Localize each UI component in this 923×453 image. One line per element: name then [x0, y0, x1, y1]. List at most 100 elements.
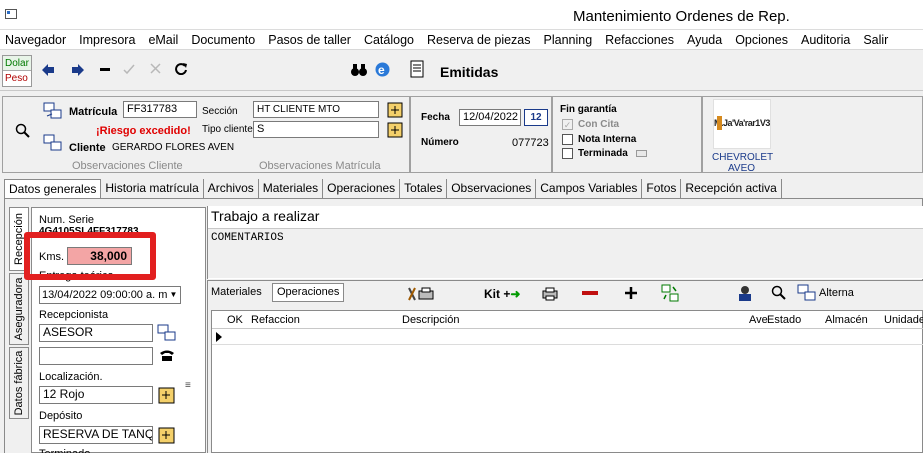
status-label: Emitidas [440, 64, 499, 80]
alterna-link-icon[interactable] [797, 284, 817, 302]
tab-operaciones[interactable]: Operaciones [323, 179, 401, 198]
currency-selector[interactable]: Dolar Peso [2, 55, 32, 87]
menu-reserva-de-piezas[interactable]: Reserva de piezas [427, 33, 531, 47]
grid-header-divider [212, 328, 923, 329]
col-ok[interactable]: OK [227, 314, 243, 326]
col-unidades[interactable]: Unidades [884, 314, 923, 326]
obs-cliente-button[interactable]: Observaciones Cliente [72, 160, 183, 172]
vtab-aseguradora-label: Aseguradora [13, 277, 25, 341]
arrow-right-icon[interactable] [72, 64, 84, 76]
menu-pasos-de-taller[interactable]: Pasos de taller [268, 33, 351, 47]
arrow-left-icon[interactable] [42, 64, 54, 76]
telefono-input[interactable] [39, 347, 153, 365]
subtab-operaciones[interactable]: Operaciones [272, 283, 345, 302]
browser-e-icon[interactable]: e [374, 61, 391, 78]
seccion-input[interactable]: HT CLIENTE MTO [253, 101, 379, 118]
tipo-cliente-lookup-icon[interactable] [387, 122, 403, 138]
binoculars-icon[interactable] [351, 63, 367, 77]
nota-interna-label: Nota Interna [578, 134, 637, 145]
menu-catalogo[interactable]: Catálogo [364, 33, 414, 47]
client-link-icon[interactable] [43, 134, 63, 152]
add-line-icon[interactable] [625, 287, 637, 299]
recepcionista-label: Recepcionista [39, 309, 109, 321]
trabajo-title: Trabajo a realizar [211, 208, 320, 224]
vehicle-link-icon[interactable] [43, 102, 63, 120]
tab-historia-matricula[interactable]: Historia matrícula [101, 179, 204, 198]
col-estado[interactable]: Estado [767, 314, 801, 326]
vtab-aseguradora[interactable]: Aseguradora [9, 273, 29, 345]
brand-logo-text: M.Ja'Va'rar1V32 [714, 118, 771, 128]
matricula-input[interactable]: FF317783 [123, 101, 197, 118]
menu-opciones[interactable]: Opciones [735, 33, 788, 47]
tipo-cliente-input[interactable]: S [253, 121, 379, 138]
trabajo-textarea[interactable]: COMENTARIOS [208, 228, 923, 278]
tab-fotos[interactable]: Fotos [642, 179, 682, 198]
localizacion-label: Localización. [39, 371, 103, 383]
menu-documento[interactable]: Documento [191, 33, 255, 47]
tipo-cliente-label: Tipo cliente [202, 124, 253, 135]
printer-icon[interactable] [542, 287, 558, 301]
entrega-datetime-picker[interactable]: 13/04/2022 09:00:00 a. m. [39, 286, 181, 304]
localizacion-lookup-icon[interactable] [158, 387, 175, 404]
menu-refacciones[interactable]: Refacciones [605, 33, 674, 47]
fecha-input[interactable]: 12/04/2022 [459, 109, 521, 126]
deposito-lookup-icon[interactable] [158, 427, 175, 444]
tab-archivos[interactable]: Archivos [204, 179, 259, 198]
obs-matricula-button[interactable]: Observaciones Matrícula [259, 160, 381, 172]
menu-ayuda[interactable]: Ayuda [687, 33, 722, 47]
menu-auditoria[interactable]: Auditoria [801, 33, 850, 47]
currency-dolar[interactable]: Dolar [3, 56, 31, 71]
tab-datos-generales[interactable]: Datos generales [4, 179, 102, 198]
subtab-materiales[interactable]: Materiales [211, 286, 262, 298]
remove-line-icon[interactable] [582, 291, 598, 296]
col-almacen[interactable]: Almacén [825, 314, 868, 326]
localizacion-input[interactable]: 12 Rojo [39, 386, 153, 404]
printer-doc-icon[interactable] [408, 60, 426, 78]
recepcionista-link-icon[interactable] [157, 324, 177, 342]
zoom-search-icon[interactable] [771, 285, 787, 301]
tab-observaciones[interactable]: Observaciones [447, 179, 537, 198]
refresh-icon[interactable] [175, 62, 188, 75]
menu-salir[interactable]: Salir [863, 33, 888, 47]
alterna-button[interactable]: Alterna [819, 287, 854, 299]
calendar-icon[interactable]: 12 [524, 109, 548, 126]
zoom-search-icon[interactable] [15, 123, 31, 139]
operations-grid: OK Refaccion Descripción Ave Estado Alma… [211, 310, 923, 453]
tab-campos-variables[interactable]: Campos Variables [536, 179, 643, 198]
tab-recepcion-activa[interactable]: Recepción activa [681, 179, 782, 198]
menu-impresora[interactable]: Impresora [79, 33, 135, 47]
col-refaccion[interactable]: Refaccion [251, 314, 300, 326]
logo-mark [717, 116, 722, 130]
menu-email[interactable]: eMail [148, 33, 178, 47]
fecha-label: Fecha [421, 112, 450, 123]
window-title: Mantenimiento Ordenes de Rep. [573, 8, 790, 25]
minus-icon[interactable] [100, 68, 110, 72]
tab-materiales[interactable]: Materiales [259, 179, 324, 198]
recepcionista-input[interactable]: ASESOR [39, 324, 153, 342]
cliente-value: GERARDO FLORES AVEN [112, 142, 235, 153]
phone-icon[interactable] [159, 349, 175, 362]
app-icon[interactable] [5, 9, 17, 19]
menu-planning[interactable]: Planning [544, 33, 593, 47]
num-serie-label: Num. Serie [39, 214, 95, 226]
nota-interna-checkbox[interactable] [562, 134, 573, 145]
terminada-checkbox[interactable] [562, 148, 573, 159]
terminada-date-icon[interactable] [636, 150, 647, 157]
tools-print-icon[interactable] [407, 286, 435, 302]
vtab-datos-fabrica[interactable]: Datos fábrica [9, 347, 29, 419]
currency-peso[interactable]: Peso [3, 71, 31, 86]
deposito-input[interactable]: RESERVA DE TANQU [39, 426, 153, 444]
date-panel: Fecha 12/04/2022 12 Número 077723 [410, 96, 552, 173]
riesgo-warning: ¡Riesgo excedido! [96, 125, 191, 137]
transfer-icon[interactable] [661, 284, 679, 302]
con-cita-checkbox: ✓ [562, 119, 573, 130]
menu-navegador[interactable]: Navegador [5, 33, 66, 47]
col-descripcion[interactable]: Descripción [402, 314, 459, 326]
seccion-lookup-icon[interactable] [387, 102, 403, 118]
kit-add-button[interactable]: Kit +➜ [484, 287, 520, 301]
technician-icon[interactable] [736, 285, 754, 302]
tab-totales[interactable]: Totales [400, 179, 448, 198]
chevron-down-icon[interactable]: ▼ [167, 287, 180, 303]
splitter-handle[interactable]: ≡ [185, 380, 193, 391]
col-ave[interactable]: Ave [749, 314, 768, 326]
